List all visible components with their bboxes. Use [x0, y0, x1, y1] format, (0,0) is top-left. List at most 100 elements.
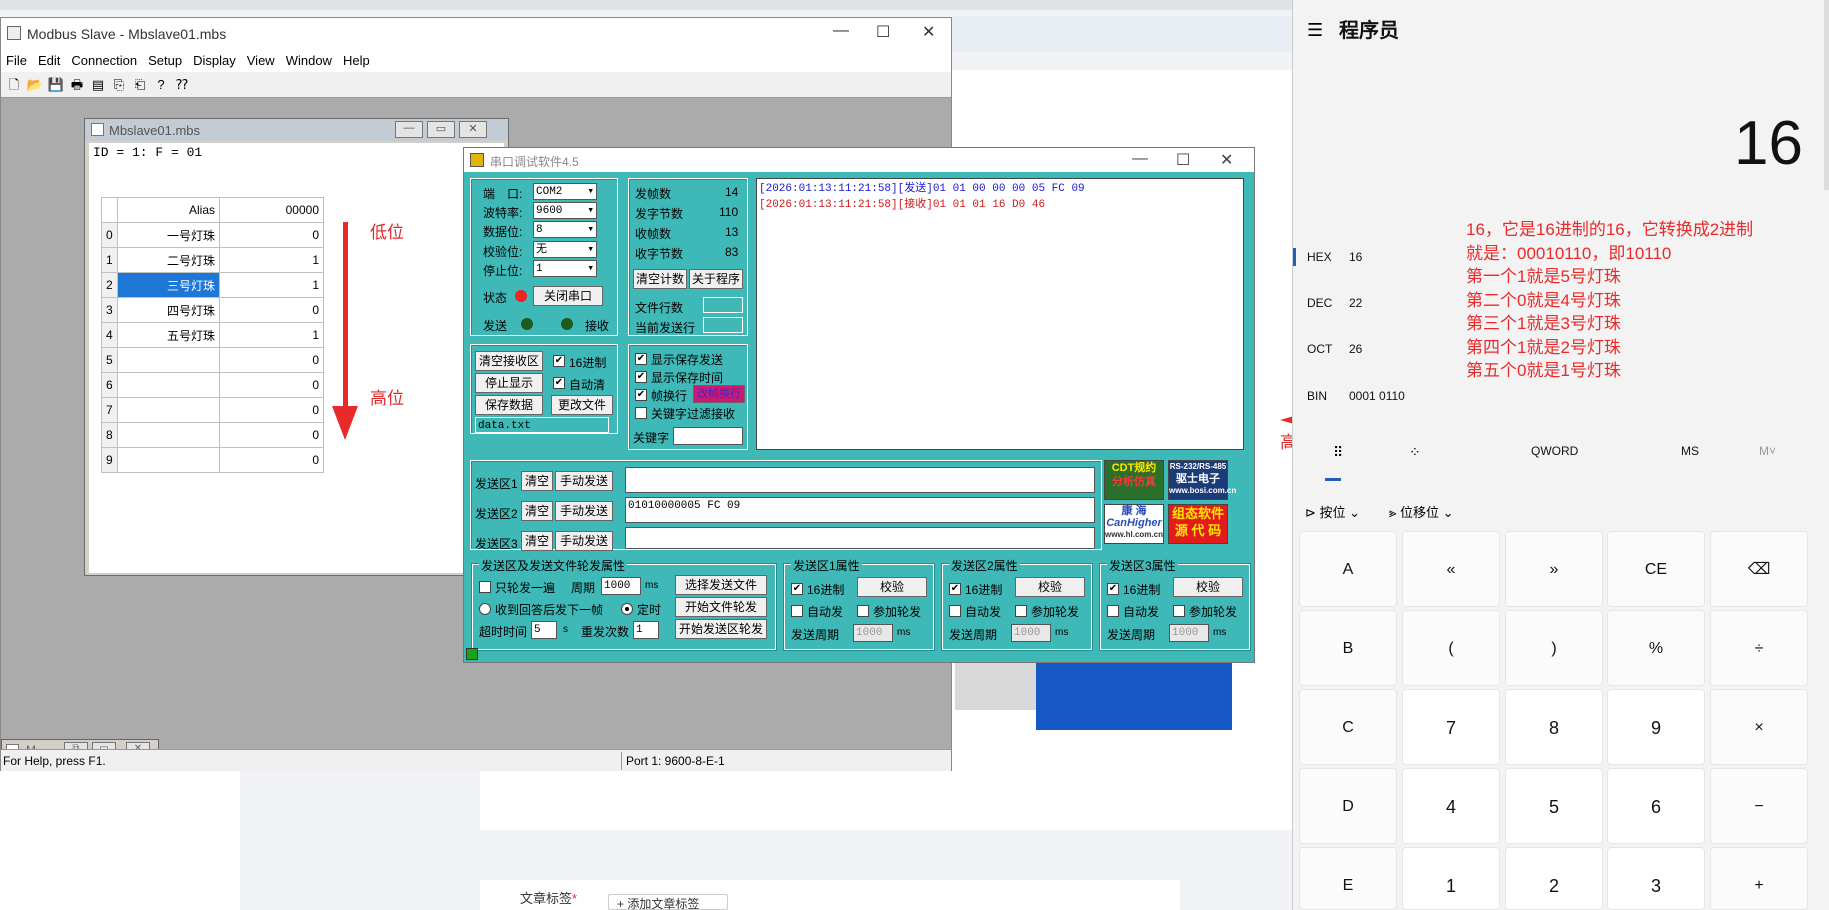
key-minus[interactable]: − [1710, 768, 1808, 844]
hex-checkbox[interactable]: ✔ [553, 355, 565, 367]
menu-help[interactable]: Help [338, 50, 376, 68]
key-9[interactable]: 9 [1607, 689, 1705, 765]
minimize-icon[interactable]: — [1132, 150, 1148, 168]
keyword-input[interactable] [673, 427, 743, 445]
alias-cell-selected[interactable]: 三号灯珠 [117, 272, 220, 298]
parity-select[interactable]: 无 [533, 241, 597, 258]
table-row[interactable]: 2 三号灯珠 1 [101, 272, 324, 298]
recv-then-send-radio[interactable] [479, 603, 491, 615]
repeat-input[interactable]: 1 [633, 621, 659, 639]
add-tag-button[interactable]: + 添加文章标签 [608, 894, 728, 910]
cdt-logo[interactable]: CDT规约 分析仿真 [1104, 460, 1164, 500]
auto-clear-checkbox[interactable]: ✔ [553, 377, 565, 389]
value-cell[interactable]: 0 [219, 447, 324, 473]
key-rotate-right[interactable]: » [1505, 531, 1603, 607]
minimize-icon[interactable]: — [833, 22, 849, 40]
key-open-paren[interactable]: ( [1402, 610, 1500, 686]
port-select[interactable]: COM2 [533, 183, 597, 200]
menu-edit[interactable]: Edit [33, 50, 66, 68]
send-area-2-manual-button[interactable]: 手动发送 [555, 501, 613, 521]
table-row[interactable]: 90 [101, 447, 324, 473]
hamburger-menu-icon[interactable]: ☰ [1307, 20, 1323, 41]
close-icon[interactable]: ✕ [1220, 150, 1233, 170]
area-3-checksum-button[interactable]: 校验 [1173, 577, 1243, 597]
area-2-join-checkbox[interactable] [1015, 605, 1027, 617]
alias-cell[interactable] [117, 422, 220, 448]
table-row[interactable]: 60 [101, 372, 324, 398]
period-input[interactable]: 1000 [601, 577, 641, 595]
timed-radio[interactable] [621, 603, 633, 615]
area-2-auto-checkbox[interactable] [949, 605, 961, 617]
key-7[interactable]: 7 [1402, 689, 1500, 765]
key-8[interactable]: 8 [1505, 689, 1603, 765]
key-a[interactable]: A [1299, 531, 1397, 607]
key-6[interactable]: 6 [1607, 768, 1705, 844]
send-area-1-clear-button[interactable]: 清空 [521, 471, 553, 491]
maximize-icon[interactable]: ☐ [876, 22, 890, 42]
clear-count-button[interactable]: 清空计数 [633, 269, 687, 289]
send-area-3-manual-button[interactable]: 手动发送 [555, 531, 613, 551]
databits-select[interactable]: 8 [533, 221, 597, 238]
table-row[interactable]: 80 [101, 422, 324, 448]
key-c[interactable]: C [1299, 689, 1397, 765]
key-2[interactable]: 2 [1505, 847, 1603, 910]
key-3[interactable]: 3 [1607, 847, 1705, 910]
file-name-field[interactable]: data.txt [475, 417, 609, 433]
timeout-input[interactable]: 5 [531, 621, 557, 639]
area-3-period-input[interactable]: 1000 [1169, 624, 1209, 642]
key-b[interactable]: B [1299, 610, 1397, 686]
keyword-filter-checkbox[interactable] [635, 407, 647, 419]
area-3-auto-checkbox[interactable] [1107, 605, 1119, 617]
area-2-checksum-button[interactable]: 校验 [1015, 577, 1085, 597]
print-icon[interactable]: 🖶 [68, 76, 86, 94]
table-row[interactable]: 50 [101, 347, 324, 373]
alias-cell[interactable]: 四号灯珠 [117, 297, 220, 323]
value-cell[interactable]: 0 [219, 422, 324, 448]
value-cell[interactable]: 1 [219, 272, 324, 298]
alias-cell[interactable] [117, 347, 220, 373]
menu-connection[interactable]: Connection [66, 50, 143, 68]
alias-cell[interactable]: 二号灯珠 [117, 247, 220, 273]
key-e[interactable]: E [1299, 847, 1397, 910]
bitshift-dropdown[interactable]: ⪢ 位移位 ⌄ [1389, 502, 1453, 521]
send-area-3-clear-button[interactable]: 清空 [521, 531, 553, 551]
memory-store-button[interactable]: MS [1681, 444, 1699, 458]
key-backspace[interactable]: ⌫ [1710, 531, 1808, 607]
start-file-poll-button[interactable]: 开始文件轮发 [675, 597, 767, 617]
key-4[interactable]: 4 [1402, 768, 1500, 844]
frame-wrap-checkbox[interactable]: ✔ [635, 389, 647, 401]
area-1-join-checkbox[interactable] [857, 605, 869, 617]
radix-dec-row[interactable]: DEC 22 [1307, 296, 1362, 310]
menu-setup[interactable]: Setup [143, 50, 188, 68]
doc-maximize-icon[interactable]: ▭ [427, 121, 455, 138]
send-area-2-clear-button[interactable]: 清空 [521, 501, 553, 521]
key-plus[interactable]: + [1710, 847, 1808, 910]
value-cell[interactable]: 1 [219, 322, 324, 348]
key-5[interactable]: 5 [1505, 768, 1603, 844]
alias-cell[interactable] [117, 397, 220, 423]
canhigher-logo[interactable]: 康 海 CanHigher www.hl.com.cn [1104, 504, 1164, 544]
maximize-icon[interactable]: ☐ [1176, 150, 1190, 170]
close-port-button[interactable]: 关闭串口 [533, 286, 603, 306]
area-1-period-input[interactable]: 1000 [853, 624, 893, 642]
key-percent[interactable]: % [1607, 610, 1705, 686]
key-divide[interactable]: ÷ [1710, 610, 1808, 686]
context-help-icon[interactable]: ⁇ [173, 76, 191, 94]
bit-toggle-icon[interactable]: ⁘ [1409, 444, 1421, 461]
close-icon[interactable]: ✕ [922, 22, 935, 42]
key-rotate-left[interactable]: « [1402, 531, 1500, 607]
about-button[interactable]: 关于程序 [689, 269, 743, 289]
menu-view[interactable]: View [242, 50, 281, 68]
config-software-logo[interactable]: 组态软件源 代 码 [1168, 504, 1228, 544]
value-cell[interactable]: 0 [219, 397, 324, 423]
window-icon[interactable]: ▤ [89, 76, 107, 94]
table-row[interactable]: 1 二号灯珠 1 [101, 247, 324, 273]
value-cell[interactable]: 0 [219, 347, 324, 373]
table-row[interactable]: 70 [101, 397, 324, 423]
help-icon[interactable]: ? [152, 76, 170, 94]
clear-receive-button[interactable]: 清空接收区 [475, 351, 543, 371]
only-once-checkbox[interactable] [479, 581, 491, 593]
start-send-area-poll-button[interactable]: 开始发送区轮发 [675, 619, 767, 639]
send-area-1-input[interactable] [625, 467, 1095, 493]
change-file-button[interactable]: 更改文件 [551, 395, 613, 415]
